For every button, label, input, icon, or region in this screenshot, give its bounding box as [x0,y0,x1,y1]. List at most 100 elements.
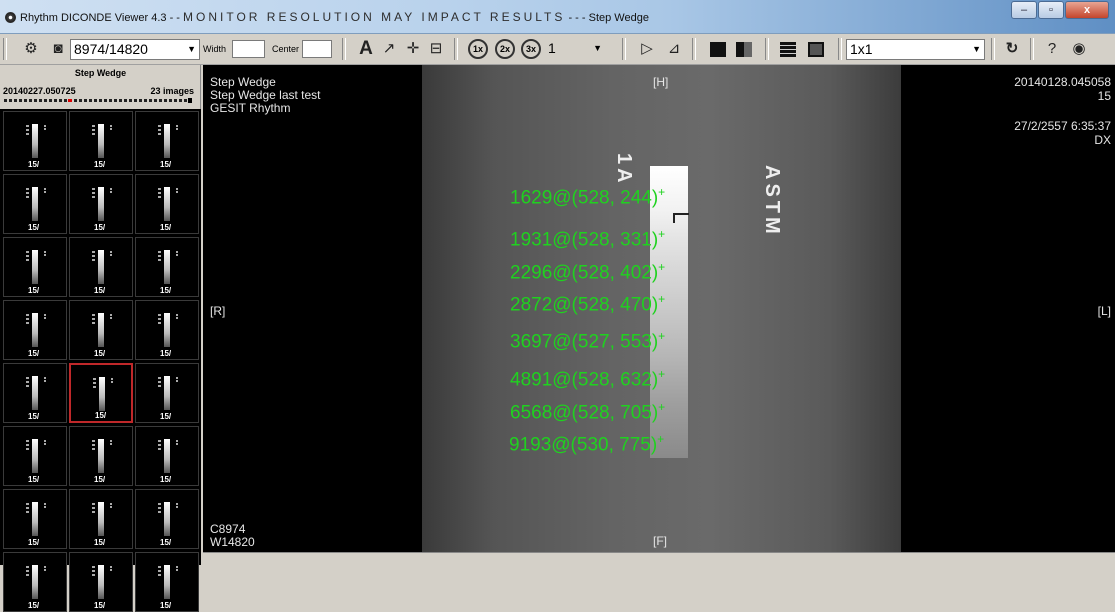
image-viewer[interactable]: 1A ASTM Step Wedge Step Wedge last test … [203,65,1115,552]
zoom-level-value: 1 [548,40,556,56]
center-input[interactable] [302,40,332,58]
thumbnail-label: 15/ [94,286,106,295]
pixel-value-measurement[interactable]: 6568@(528, 705)+ [510,400,665,424]
pixel-value-measurement[interactable]: 1931@(528, 331)+ [510,227,665,251]
thumbnail[interactable]: 15/ [69,111,133,171]
pixel-value-measurement[interactable]: 3697@(527, 553)+ [510,329,665,353]
thumbnail[interactable]: 15/ [135,111,199,171]
thumbnail-wedge [32,250,38,284]
thumbnail-marks [44,314,46,320]
zoom-level-select[interactable]: 1 ▼ [545,39,610,60]
thumbnail[interactable]: 15/ [3,363,67,423]
window-level-icon[interactable] [736,42,752,57]
thumbnail-marks [26,503,29,513]
orientation-right: [L] [1097,304,1111,318]
thumbnail[interactable]: 15/ [69,174,133,234]
flip-icon[interactable]: ⊿ [663,38,685,60]
thumbnail-marks [26,125,29,135]
acquisition-datetime: 27/2/2557 6:35:37 [1014,119,1111,133]
thumbnail-marks [92,125,95,135]
pixel-value-measurement[interactable]: 2872@(528, 470)+ [510,292,665,316]
thumbnail-marks [93,378,96,388]
invert-black-icon[interactable] [710,42,726,57]
zoom-3x-icon[interactable]: 3x [521,39,541,59]
series-scrollbar[interactable] [4,99,194,102]
thumbnail[interactable]: 15/ [69,363,133,423]
close-button[interactable]: x [1065,1,1109,19]
reset-icon[interactable]: ↻ [1001,38,1023,60]
series-grid-icon[interactable] [780,42,796,57]
thumbnail[interactable]: 15/ [135,174,199,234]
maximize-button[interactable]: ▫ [1038,1,1064,19]
thumbnail-wedge [98,439,104,473]
ruler-icon[interactable]: ⊟ [425,38,447,60]
thumbnail-marks [26,440,29,450]
window-controls: – ▫ x [1010,1,1109,19]
help-button[interactable]: ? [1041,38,1063,60]
thumbnail-marks [158,125,161,135]
thumbnail-label: 15/ [28,160,40,169]
thumbnail[interactable]: 15/ [135,363,199,423]
thumbnail[interactable]: 15/ [135,237,199,297]
thumbnail-wedge [32,187,38,221]
thumbnail-marks [44,251,46,257]
image-frame-icon[interactable] [808,42,824,57]
thumbnail[interactable]: 15/ [3,489,67,549]
thumbnail[interactable]: 15/ [135,489,199,549]
thumbnail-marks [92,188,95,198]
thumbnail[interactable]: 15/ [69,489,133,549]
thumbnail[interactable]: 15/ [3,300,67,360]
thumbnail-label: 15/ [28,412,40,421]
thumbnail[interactable]: 15/ [3,552,67,612]
thumbnail-label: 15/ [94,601,106,610]
text-annotation-button[interactable]: A [355,38,377,60]
image-count: 23 images [150,86,194,96]
orientation-left: [R] [210,304,226,318]
minimize-button[interactable]: – [1011,1,1037,19]
zoom-2x-icon[interactable]: 2x [495,39,515,59]
wedge-notch [673,213,689,223]
crosshair-marker-icon: + [658,260,666,274]
thumbnail-label: 15/ [160,223,172,232]
thumbnail[interactable]: 15/ [3,426,67,486]
thumbnail-marks [176,314,178,320]
toolbar-separator [622,38,626,60]
play-icon[interactable]: ▷ [636,38,658,60]
thumbnail-marks [176,377,178,383]
thumbnail[interactable]: 15/ [69,552,133,612]
arrow-annotation-icon[interactable]: ↗ [378,38,400,60]
thumbnail[interactable]: 15/ [69,300,133,360]
pixel-value-measurement[interactable]: 2296@(528, 402)+ [510,260,665,284]
thumbnail-marks [111,378,113,384]
thumbnail[interactable]: 15/ [69,237,133,297]
thumbnail[interactable]: 15/ [135,552,199,612]
layout-select[interactable]: 1x1 ▼ [846,39,985,60]
thumbnail-label: 15/ [28,601,40,610]
settings-icon[interactable]: ⚙ [20,38,42,60]
thumbnail-marks [110,440,112,446]
thumbnail[interactable]: 15/ [135,300,199,360]
thumbnail-label: 15/ [28,475,40,484]
thumbnail[interactable]: 15/ [3,237,67,297]
thumbnail[interactable]: 15/ [3,174,67,234]
thumbnail-label: 15/ [94,160,106,169]
thumbnail[interactable]: 15/ [3,111,67,171]
window-title: Rhythm DICONDE Viewer 4.3 - - MONITOR RE… [20,10,649,24]
image-select-icon[interactable]: ◙ [47,38,69,60]
thumbnail-marks [176,503,178,509]
pixel-value-measurement[interactable]: 1629@(528, 244)+ [510,185,665,209]
pixel-value-measurement[interactable]: 4891@(528, 632)+ [510,367,665,391]
crosshair-icon[interactable]: ✛ [402,38,424,60]
width-input[interactable] [232,40,265,58]
thumbnail-marks [44,125,46,131]
thumbnail-label: 15/ [28,349,40,358]
image-index-select[interactable]: 8974/14820 ▼ [70,39,200,60]
ge-logo-icon[interactable]: ◉ [1068,38,1090,60]
thumbnail[interactable]: 15/ [135,426,199,486]
thumbnail-wedge [164,250,170,284]
thumbnail[interactable]: 15/ [69,426,133,486]
thumbnail-marks [110,251,112,257]
pixel-value-measurement[interactable]: 9193@(530, 775)+ [509,432,664,456]
orientation-top: [H] [653,75,669,89]
zoom-1x-icon[interactable]: 1x [468,39,488,59]
